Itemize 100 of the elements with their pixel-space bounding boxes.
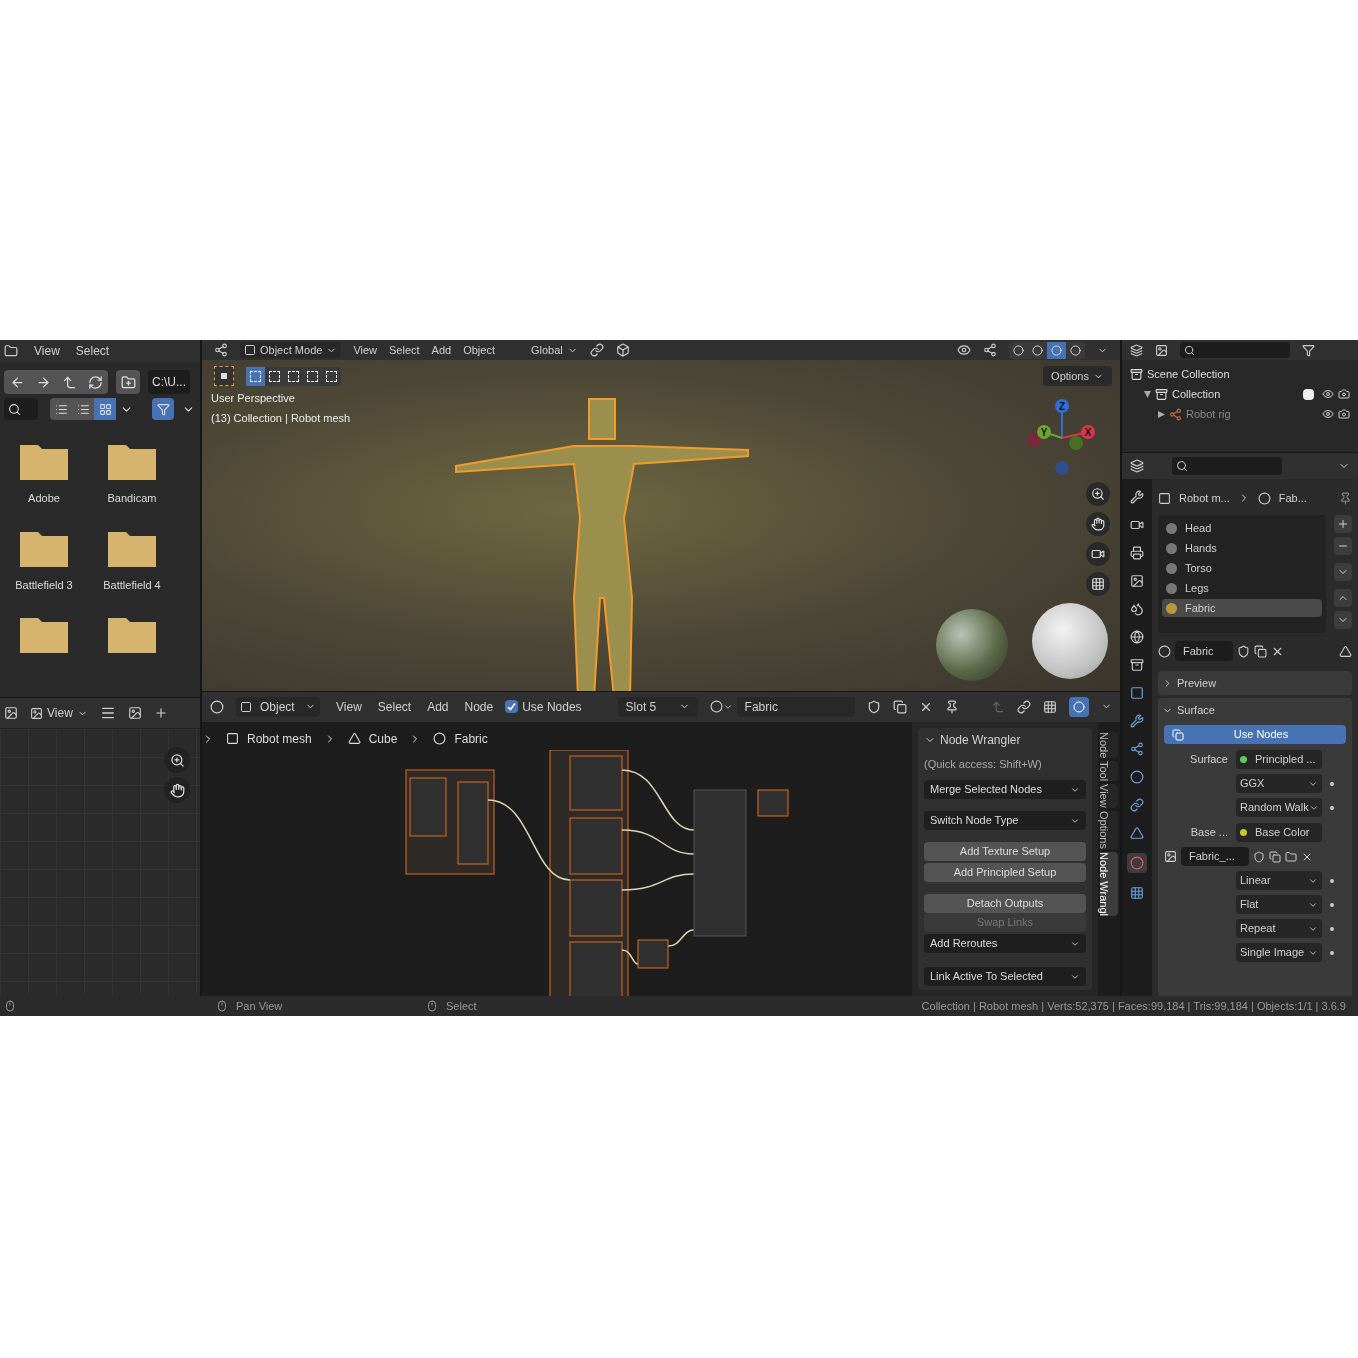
use-nodes-checkbox[interactable]: Use Nodes [505, 697, 582, 716]
material-icon[interactable] [1257, 491, 1271, 505]
dropdown-menu[interactable]: Flat [1236, 895, 1322, 914]
pin-icon[interactable] [1339, 491, 1352, 505]
dropdown-menu[interactable]: Random Walk [1236, 798, 1322, 817]
breadcrumb-item[interactable]: Robot m... [1179, 489, 1230, 507]
sidebar-tab[interactable]: Options [1100, 810, 1118, 849]
mode-dropdown[interactable]: Object Mode [240, 341, 342, 359]
outliner-item[interactable]: Collection [1172, 385, 1221, 403]
menu-item[interactable]: View [34, 342, 60, 360]
filter-icon[interactable] [1302, 343, 1315, 357]
menu-item[interactable]: Add [431, 341, 452, 359]
node-frame[interactable] [405, 769, 495, 874]
dropdown-menu[interactable]: Add Reroutes [924, 934, 1086, 953]
menu-item[interactable]: View [336, 697, 362, 716]
folder-name[interactable]: Battlefield 3 [15, 576, 73, 593]
dropdown-menu[interactable]: Linear [1236, 871, 1322, 890]
search-field[interactable] [1172, 457, 1282, 475]
zoom-button[interactable] [164, 747, 190, 773]
dropdown-menu[interactable]: Repeat [1236, 919, 1322, 938]
view-layer-icon[interactable] [1130, 574, 1144, 588]
sidebar-tab[interactable]: Node Wrangl [1100, 851, 1118, 916]
perspective-button[interactable] [1086, 572, 1110, 596]
dropdown-menu[interactable]: GGX [1236, 774, 1322, 793]
material-slot[interactable]: Fabric [1162, 599, 1322, 617]
mesh-data-icon[interactable] [1130, 826, 1144, 840]
folder-name[interactable]: Battlefield 4 [103, 576, 161, 593]
image-browse-icon[interactable] [127, 706, 142, 720]
exclude-checkbox[interactable] [1303, 388, 1314, 400]
tweak-tool-icon[interactable] [214, 366, 234, 386]
menu-item[interactable]: Add [427, 697, 449, 716]
material-name-field[interactable]: Fabric [736, 696, 855, 717]
duplicate-icon[interactable] [1254, 644, 1267, 658]
breadcrumb-item[interactable]: Fab... [1278, 489, 1307, 507]
collection-icon[interactable] [1130, 367, 1143, 381]
breadcrumb-item[interactable]: Robot mesh [226, 729, 312, 748]
new-image-icon[interactable] [153, 706, 168, 720]
editor-type-icon[interactable] [1130, 459, 1144, 473]
menu-item[interactable]: Select [377, 697, 412, 716]
slot-menu-button[interactable] [1334, 563, 1352, 581]
breadcrumb-item[interactable]: Fabric [433, 729, 488, 748]
panel-header[interactable]: Preview [1158, 671, 1352, 695]
path-field[interactable]: C:\U... [148, 370, 190, 394]
overlay-button[interactable] [1069, 696, 1089, 717]
node-card[interactable] [757, 789, 789, 816]
dropdown-menu[interactable]: Switch Node Type [924, 811, 1086, 830]
pin-icon[interactable] [944, 699, 959, 714]
search-field[interactable] [4, 398, 38, 420]
folder-name[interactable]: Adobe [28, 490, 60, 507]
render-icon[interactable] [1130, 518, 1144, 532]
fake-user-icon[interactable] [866, 699, 881, 714]
select-mode-button[interactable] [246, 366, 265, 386]
sidebar-tab[interactable]: View [1100, 784, 1118, 808]
render-icon[interactable] [1338, 388, 1350, 400]
socket-field[interactable]: Principled ... [1236, 750, 1322, 769]
shading-mode-button[interactable] [1047, 341, 1066, 359]
texture-icon[interactable] [1130, 886, 1144, 900]
socket-field[interactable]: Base Color [1236, 823, 1322, 842]
node-frame[interactable] [549, 749, 629, 996]
panel-header[interactable]: Surface [1158, 698, 1352, 722]
camera-view-button[interactable] [1086, 542, 1110, 566]
fake-user-icon[interactable] [1237, 644, 1250, 658]
node-card[interactable] [693, 789, 747, 936]
parent-node-tree-icon[interactable] [991, 699, 1005, 714]
editor-type-icon[interactable] [1130, 343, 1143, 357]
action-button[interactable]: Add Principled Setup [924, 863, 1086, 882]
collection-icon[interactable] [1130, 658, 1144, 672]
breadcrumb-item[interactable]: Cube [347, 729, 398, 748]
sidebar-tab[interactable]: Node [1100, 731, 1118, 758]
move-down-button[interactable] [1334, 611, 1352, 629]
dropdown-menu[interactable]: Merge Selected Nodes [924, 780, 1086, 799]
image-name-field[interactable]: Fabric_... [1181, 847, 1249, 866]
action-button[interactable]: Detach Outputs [924, 894, 1086, 913]
material-browse-button[interactable] [709, 700, 733, 713]
world-icon[interactable] [1130, 630, 1144, 644]
material-browse-icon[interactable] [1158, 644, 1171, 658]
search-field[interactable] [1180, 342, 1290, 358]
navigation-gizmo[interactable]: Z Y X [1024, 398, 1100, 478]
visibility-icon[interactable] [1322, 388, 1334, 400]
slot-dropdown[interactable]: Slot 5 [617, 696, 698, 717]
editor-type-icon[interactable] [210, 699, 224, 714]
modifier-icon[interactable] [1130, 714, 1144, 728]
action-button[interactable]: Add Texture Setup [924, 842, 1086, 861]
render-icon[interactable] [1338, 408, 1350, 420]
menu-icon[interactable] [99, 705, 116, 721]
pan-button[interactable] [1086, 512, 1110, 536]
dropdown-menu[interactable]: Single Image [1236, 943, 1322, 962]
object-icon[interactable] [1158, 491, 1171, 505]
outliner-item[interactable]: Robot rig [1186, 405, 1231, 423]
material-slot[interactable]: Torso [1162, 559, 1322, 577]
zoom-button[interactable] [1086, 482, 1110, 506]
node-card[interactable] [637, 939, 669, 968]
display-mode-button[interactable] [94, 398, 116, 420]
sidebar-tab[interactable]: Tool [1100, 760, 1118, 781]
use-nodes-button[interactable]: Use Nodes [1164, 725, 1346, 744]
menu-item[interactable]: Object [463, 341, 495, 359]
collection-icon[interactable] [1155, 387, 1168, 401]
editor-type-icon[interactable] [4, 706, 18, 720]
add-slot-button[interactable] [1334, 515, 1352, 533]
menu-item[interactable]: Node [464, 697, 494, 716]
